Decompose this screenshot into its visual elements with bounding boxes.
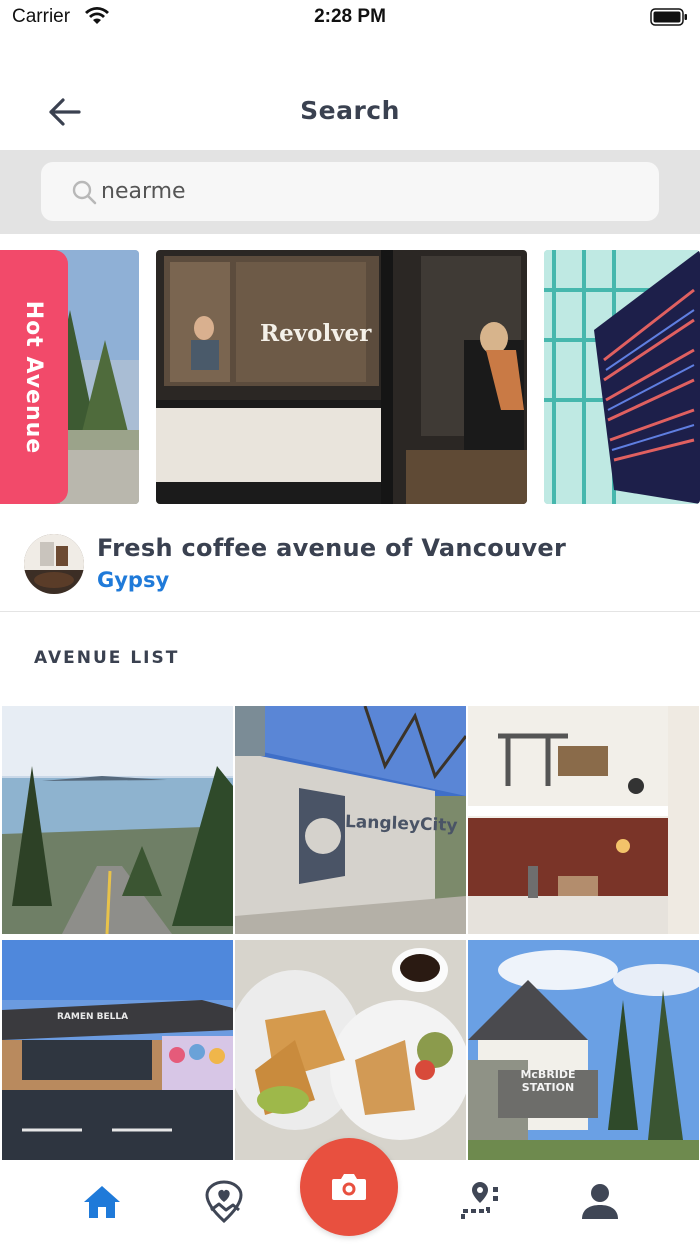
tab-home[interactable]: [78, 1178, 126, 1226]
hot-avenue-label: Hot Avenue: [21, 300, 47, 454]
grid-item-2-sign: LangleyCity: [344, 812, 458, 836]
carousel-image-3[interactable]: [544, 250, 700, 504]
bottom-tab-bar: [0, 1138, 700, 1244]
cafe-shelf-photo: [468, 706, 699, 934]
grid-item-6-sign: McBRIDE STATION: [520, 1068, 576, 1094]
camera-icon: [332, 1174, 366, 1200]
profile-icon: [582, 1184, 618, 1219]
map-heart-icon: [205, 1180, 243, 1224]
tab-profile[interactable]: [576, 1178, 624, 1226]
grid-item-5[interactable]: [235, 940, 466, 1168]
revolver-cafe-photo: [156, 250, 527, 504]
avenue-grid: LangleyCity RAMEN BELLA McBRIDE STATION: [0, 706, 700, 1168]
avenue-title[interactable]: Fresh coffee avenue of Vancouver: [97, 534, 566, 562]
sandwich-plate-photo: [235, 940, 466, 1168]
search-box[interactable]: [41, 162, 659, 221]
avenue-author-link[interactable]: Gypsy: [97, 568, 169, 592]
tab-explore[interactable]: [200, 1178, 248, 1226]
camera-button[interactable]: [300, 1138, 398, 1236]
ramen-bella-storefront-photo: [2, 940, 233, 1168]
grid-item-4-sign: RAMEN BELLA: [57, 1012, 129, 1022]
page-title: Search: [300, 96, 400, 125]
grid-item-1[interactable]: [2, 706, 233, 934]
coffee-avatar-image: [24, 534, 84, 594]
search-input[interactable]: [101, 179, 601, 204]
ocean-hill-road-photo: [2, 706, 233, 934]
battery-icon: [650, 8, 687, 26]
search-icon: [72, 180, 97, 204]
hot-avenue-tab[interactable]: Hot Avenue: [0, 250, 68, 504]
mcbride-station-photo: [468, 940, 699, 1168]
grid-item-3[interactable]: [468, 706, 699, 934]
tab-routes[interactable]: [455, 1178, 503, 1226]
grid-item-6[interactable]: McBRIDE STATION: [468, 940, 699, 1168]
route-icon: [461, 1182, 498, 1219]
hot-avenue-carousel[interactable]: Revolver Hot Avenue: [0, 250, 700, 504]
search-bar-container: [0, 150, 700, 234]
carousel-image-2[interactable]: Revolver: [156, 250, 527, 504]
status-time: 2:28 PM: [314, 6, 386, 27]
avenue-info-row[interactable]: Fresh coffee avenue of Vancouver Gypsy: [0, 530, 700, 612]
grid-item-4[interactable]: RAMEN BELLA: [2, 940, 233, 1168]
section-heading: AVENUE LIST: [34, 648, 180, 668]
nav-header: Search: [0, 76, 700, 148]
departure-board-photo: [544, 250, 700, 504]
grid-item-2[interactable]: LangleyCity: [235, 706, 466, 934]
status-bar: Carrier 2:28 PM: [0, 0, 700, 38]
home-icon: [84, 1186, 120, 1218]
carousel-image-label: Revolver: [260, 320, 372, 347]
avatar[interactable]: [24, 534, 84, 594]
